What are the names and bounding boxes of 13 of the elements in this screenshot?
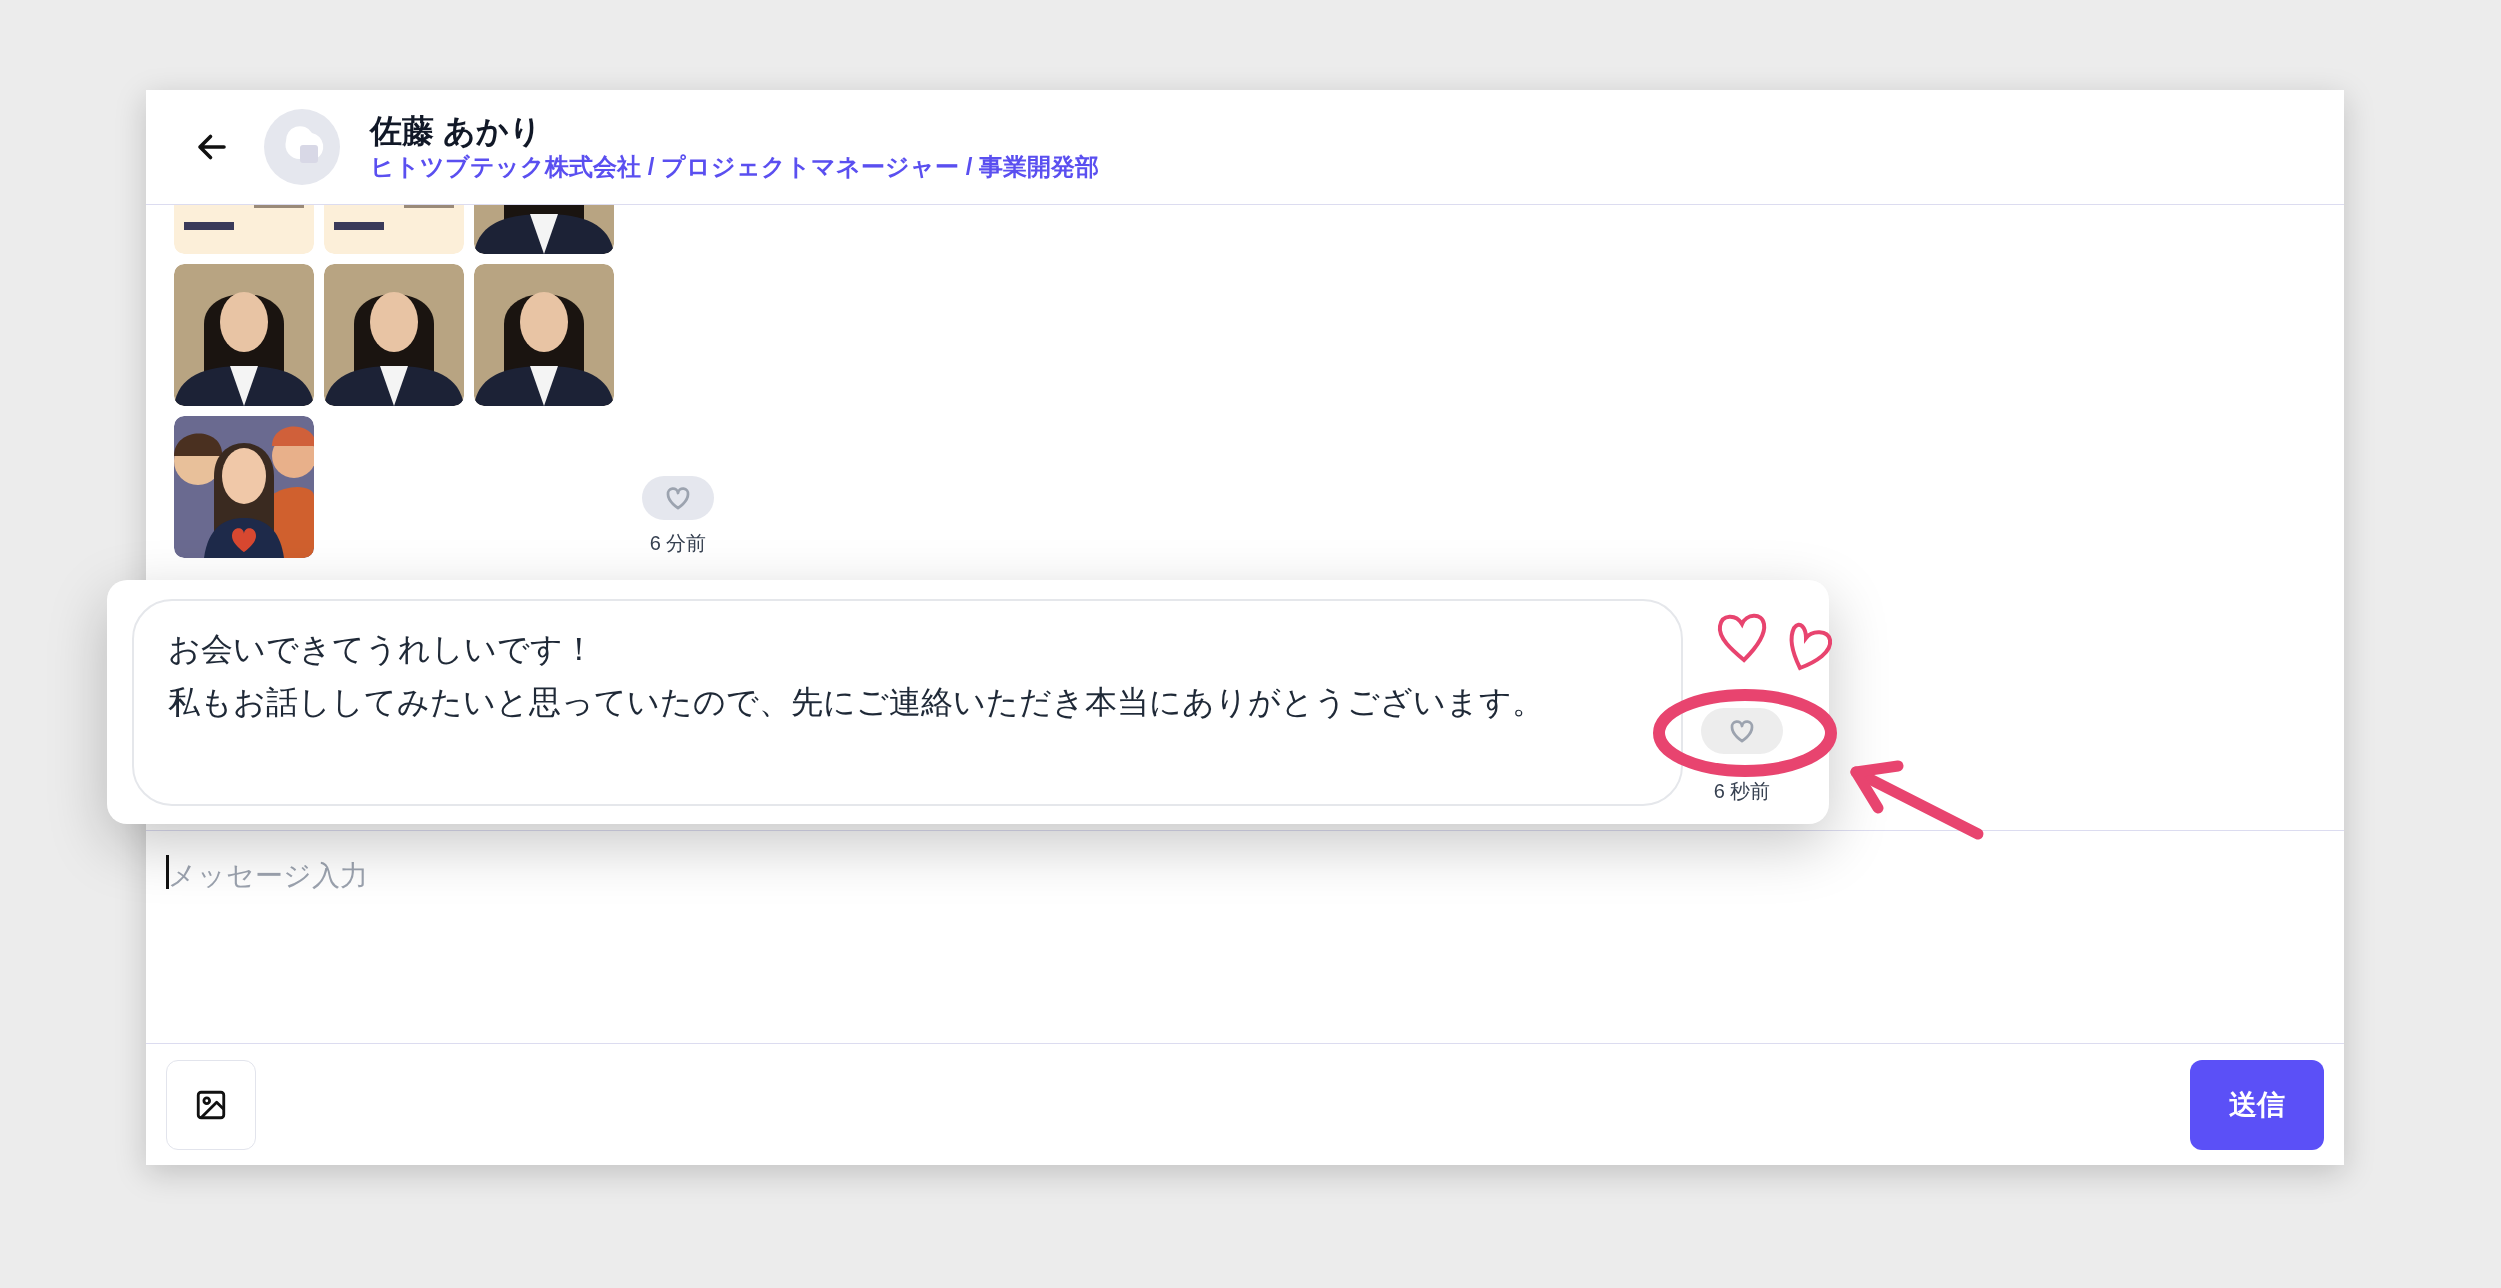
message-text: 私もお話ししてみたいと思っていたので、先にご連絡いただき本当にありがとうございます。 (168, 683, 1545, 722)
contact-name: 佐藤 あかり (370, 112, 543, 151)
image-upload-button[interactable] (166, 1059, 256, 1150)
avatar-icon (264, 109, 340, 185)
timestamp: 6 秒前 (1713, 779, 1771, 804)
message-text: お会いできてうれしいです！ (168, 630, 596, 669)
send-button[interactable]: 送信 (2190, 1059, 2324, 1150)
contact-details: ヒトツブテック株式会社 / プロジェクトマネージャー / 事業開発部 (370, 152, 1099, 182)
message-input-field[interactable]: メッセージ入力 (146, 831, 2344, 1043)
timestamp: 6 分前 (649, 531, 707, 556)
doodle-heart-icon (1717, 613, 1767, 662)
doodle-heart-icon (1789, 622, 1833, 670)
text-cursor (166, 855, 169, 889)
